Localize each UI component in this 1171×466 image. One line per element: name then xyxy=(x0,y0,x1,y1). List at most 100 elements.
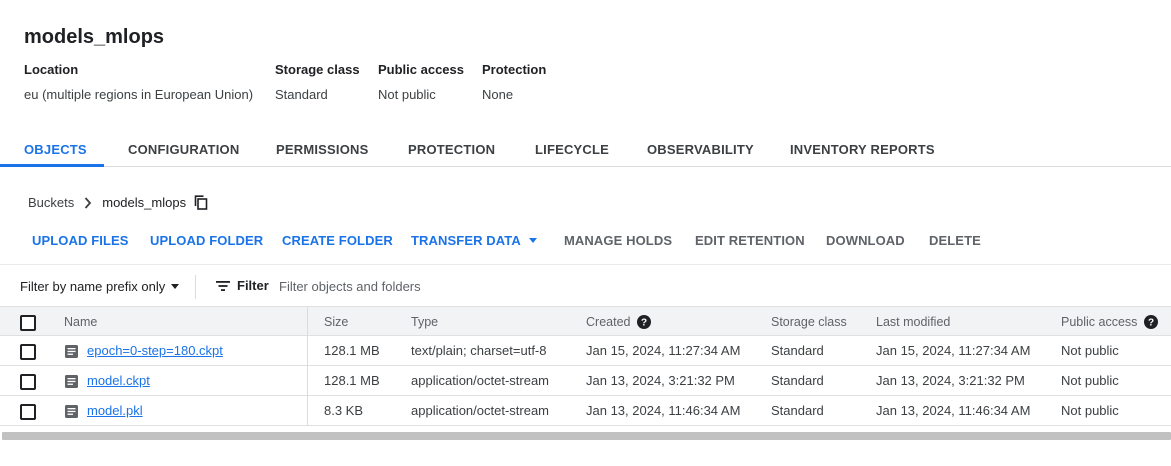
meta-public-access: Public access Not public xyxy=(378,62,464,102)
public-access-header-label: Public access xyxy=(1061,315,1138,329)
created-cell: Jan 13, 2024, 11:46:34 AM xyxy=(586,403,741,418)
size-cell: 128.1 MB xyxy=(324,373,380,388)
row-checkbox[interactable] xyxy=(20,404,36,420)
tab-lifecycle[interactable]: LIFECYCLE xyxy=(535,130,609,167)
meta-location: Location eu (multiple regions in Europea… xyxy=(24,62,253,102)
tab-permissions[interactable]: PERMISSIONS xyxy=(276,130,369,167)
filter-mode-select[interactable]: Filter by name prefix only xyxy=(20,279,180,294)
filter-mode-label: Filter by name prefix only xyxy=(20,279,166,294)
horizontal-scrollbar[interactable] xyxy=(2,432,1171,440)
edit-retention-button[interactable]: EDIT RETENTION xyxy=(695,233,805,248)
meta-protection: Protection None xyxy=(482,62,546,102)
column-divider xyxy=(307,366,308,396)
file-name-cell: model.pkl xyxy=(64,396,143,426)
column-header-name[interactable]: Name xyxy=(64,307,97,337)
file-document-icon xyxy=(64,374,79,389)
transfer-data-button[interactable]: TRANSFER DATA xyxy=(411,233,537,248)
create-folder-button[interactable]: CREATE FOLDER xyxy=(282,233,393,248)
chevron-right-icon xyxy=(84,196,92,209)
divider xyxy=(195,275,196,299)
page-title: models_mlops xyxy=(24,26,165,48)
size-cell: 128.1 MB xyxy=(324,343,380,358)
filter-label: Filter xyxy=(237,278,269,293)
meta-storage-class: Storage class Standard xyxy=(275,62,360,102)
column-header-size[interactable]: Size xyxy=(324,307,348,337)
created-cell: Jan 15, 2024, 11:27:34 AM xyxy=(586,343,741,358)
tab-inventory-reports[interactable]: INVENTORY REPORTS xyxy=(790,130,935,167)
public-access-cell: Not public xyxy=(1061,373,1119,388)
public-access-cell: Not public xyxy=(1061,403,1119,418)
tab-configuration[interactable]: CONFIGURATION xyxy=(128,130,239,167)
filter-input[interactable] xyxy=(279,275,679,297)
breadcrumb-buckets-link[interactable]: Buckets xyxy=(28,195,74,210)
filter-list-icon xyxy=(216,280,230,291)
table-row: epoch=0-step=180.ckpt 128.1 MB text/plai… xyxy=(0,336,1171,366)
table-row: model.ckpt 128.1 MB application/octet-st… xyxy=(0,366,1171,396)
file-document-icon xyxy=(64,404,79,419)
storage-class-cell: Standard xyxy=(771,373,824,388)
download-button[interactable]: DOWNLOAD xyxy=(826,233,905,248)
breadcrumb: Buckets models_mlops xyxy=(28,195,208,210)
row-checkbox[interactable] xyxy=(20,344,36,360)
last-modified-cell: Jan 13, 2024, 11:46:34 AM xyxy=(876,403,1031,418)
delete-button[interactable]: DELETE xyxy=(929,233,981,248)
size-cell: 8.3 KB xyxy=(324,403,364,418)
dropdown-arrow-icon xyxy=(528,238,537,243)
created-cell: Jan 13, 2024, 3:21:32 PM xyxy=(586,373,735,388)
filter-bar: Filter by name prefix only Filter xyxy=(0,264,1171,306)
last-modified-cell: Jan 13, 2024, 3:21:32 PM xyxy=(876,373,1025,388)
type-cell: text/plain; charset=utf-8 xyxy=(411,343,547,358)
table-row: model.pkl 8.3 KB application/octet-strea… xyxy=(0,396,1171,426)
column-header-public-access[interactable]: Public access ? xyxy=(1061,307,1159,337)
meta-label: Protection xyxy=(482,62,547,77)
column-header-created[interactable]: Created ? xyxy=(586,307,652,337)
storage-class-cell: Standard xyxy=(771,343,824,358)
column-divider[interactable] xyxy=(307,307,308,337)
active-tab-indicator xyxy=(0,164,104,167)
row-checkbox[interactable] xyxy=(20,374,36,390)
select-all-checkbox[interactable] xyxy=(20,315,36,331)
dropdown-arrow-icon xyxy=(171,284,180,289)
type-cell: application/octet-stream xyxy=(411,373,550,388)
file-name-link[interactable]: model.pkl xyxy=(87,396,143,426)
breadcrumb-current: models_mlops xyxy=(102,195,187,210)
column-header-storage-class[interactable]: Storage class xyxy=(771,307,847,337)
column-header-type[interactable]: Type xyxy=(411,307,438,337)
meta-label: Location xyxy=(24,62,79,77)
tab-protection[interactable]: PROTECTION xyxy=(408,130,495,167)
meta-label: Public access xyxy=(378,62,464,77)
table-header-row: Name Size Type Created ? Storage class L… xyxy=(0,306,1171,337)
meta-label: Storage class xyxy=(275,62,360,77)
column-header-last-modified[interactable]: Last modified xyxy=(876,307,950,337)
svg-text:?: ? xyxy=(641,318,647,329)
file-name-link[interactable]: epoch=0-step=180.ckpt xyxy=(87,336,223,366)
storage-class-cell: Standard xyxy=(771,403,824,418)
objects-table: Name Size Type Created ? Storage class L… xyxy=(0,306,1171,426)
public-access-cell: Not public xyxy=(1061,343,1119,358)
file-name-link[interactable]: model.ckpt xyxy=(87,366,150,396)
file-name-cell: epoch=0-step=180.ckpt xyxy=(64,336,223,366)
help-icon[interactable]: ? xyxy=(1144,315,1159,329)
column-divider xyxy=(307,336,308,366)
help-icon[interactable]: ? xyxy=(637,315,652,329)
type-cell: application/octet-stream xyxy=(411,403,550,418)
meta-value: Standard xyxy=(275,87,328,102)
upload-folder-button[interactable]: UPLOAD FOLDER xyxy=(150,233,263,248)
last-modified-cell: Jan 15, 2024, 11:27:34 AM xyxy=(876,343,1031,358)
tab-observability[interactable]: OBSERVABILITY xyxy=(647,130,754,167)
created-header-label: Created xyxy=(586,315,631,329)
upload-files-button[interactable]: UPLOAD FILES xyxy=(32,233,129,248)
svg-text:?: ? xyxy=(1148,318,1154,329)
tab-objects[interactable]: OBJECTS xyxy=(24,130,87,167)
filter-button[interactable]: Filter xyxy=(216,278,269,293)
column-divider xyxy=(307,396,308,426)
copy-icon[interactable] xyxy=(194,195,208,210)
meta-value: Not public xyxy=(378,87,436,102)
manage-holds-button[interactable]: MANAGE HOLDS xyxy=(564,233,672,248)
transfer-data-label: TRANSFER DATA xyxy=(411,233,521,248)
meta-value: eu (multiple regions in European Union) xyxy=(24,87,254,102)
meta-value: None xyxy=(482,87,514,102)
file-document-icon xyxy=(64,344,79,359)
tab-bar: OBJECTS CONFIGURATION PERMISSIONS PROTEC… xyxy=(0,130,1171,167)
file-name-cell: model.ckpt xyxy=(64,366,150,396)
